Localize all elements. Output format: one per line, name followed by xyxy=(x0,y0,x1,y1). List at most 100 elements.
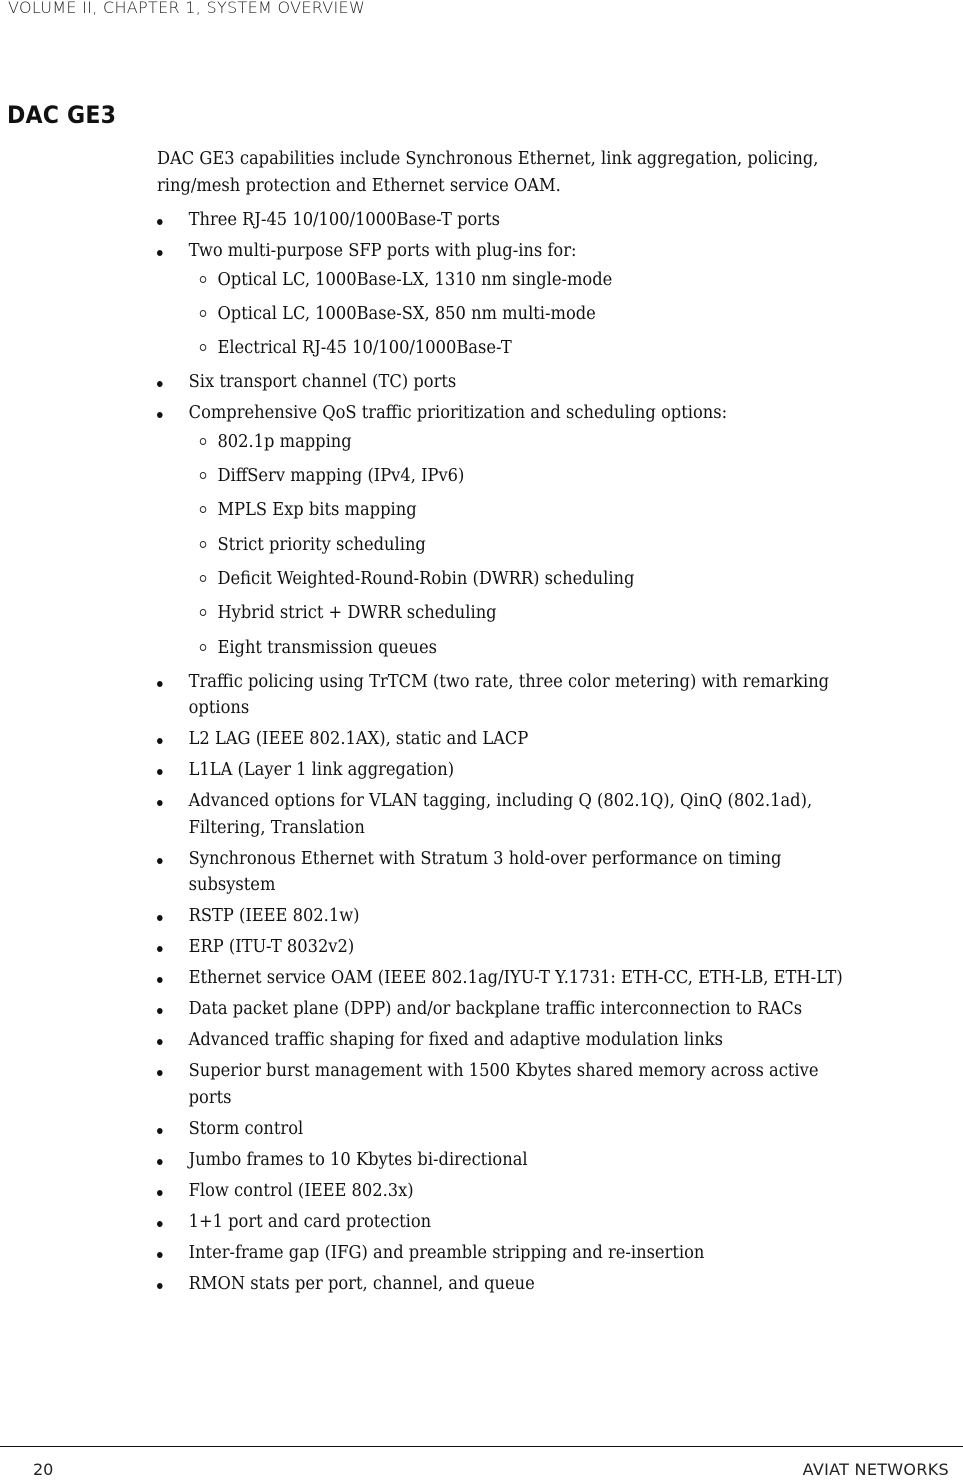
hollow-bullet-icon xyxy=(199,309,207,317)
page-number: 20 xyxy=(33,1460,54,1479)
sub-feature-item: Deficit Weighted-Round-Robin (DWRR) sche… xyxy=(189,566,864,593)
feature-item: Inter-frame gap (IFG) and preamble strip… xyxy=(157,1240,864,1267)
bullet-icon xyxy=(157,1220,163,1227)
feature-text: Data packet plane (DPP) and/or backplane… xyxy=(188,999,803,1020)
footer-brand: AVIAT NETWORKS xyxy=(802,1460,949,1479)
feature-item: Two multi-purpose SFP ports with plug-in… xyxy=(157,238,864,362)
bullet-icon xyxy=(157,1251,163,1258)
bullet-icon xyxy=(157,857,163,864)
section-body: DAC GE3 capabilities include Synchronous… xyxy=(157,146,864,1302)
bullet-icon xyxy=(157,977,163,984)
feature-item: Six transport channel (TC) ports xyxy=(157,369,864,396)
sub-feature-text: Optical LC, 1000Base-LX, 1310 nm single-… xyxy=(217,269,613,290)
bullet-icon xyxy=(157,1008,163,1015)
feature-text: L2 LAG (IEEE 802.1AX), static and LACP xyxy=(188,729,529,750)
feature-item: Jumbo frames to 10 Kbytes bi-directional xyxy=(157,1147,864,1174)
sub-feature-item: Electrical RJ-45 10/100/1000Base-T xyxy=(189,335,864,362)
feature-item: Comprehensive QoS traffic prioritization… xyxy=(157,400,864,661)
hollow-bullet-icon xyxy=(199,609,207,617)
feature-text: Three RJ-45 10/100/1000Base-T ports xyxy=(188,210,500,230)
feature-item: L2 LAG (IEEE 802.1AX), static and LACP xyxy=(157,726,864,753)
feature-list: Three RJ-45 10/100/1000Base-T ports Two m… xyxy=(157,207,864,1297)
feature-text: Superior burst management with 1500 Kbyt… xyxy=(188,1061,819,1108)
intro-paragraph: DAC GE3 capabilities include Synchronous… xyxy=(157,149,819,196)
feature-text: L1LA (Layer 1 link aggregation) xyxy=(188,760,455,781)
bullet-icon xyxy=(157,381,163,388)
hollow-bullet-icon xyxy=(199,643,207,651)
sub-feature-item: Hybrid strict + DWRR scheduling xyxy=(189,600,864,627)
feature-item: 1+1 port and card protection xyxy=(157,1209,864,1236)
sub-feature-list: Optical LC, 1000Base-LX, 1310 nm single-… xyxy=(189,267,864,362)
feature-item: Advanced options for VLAN tagging, inclu… xyxy=(157,788,864,841)
section-title: DAC GE3 xyxy=(7,101,117,129)
sub-feature-list: 802.1p mapping DiffServ mapping (IPv4, IP… xyxy=(189,429,864,661)
sub-feature-item: Strict priority scheduling xyxy=(189,532,864,559)
sub-feature-text: MPLS Exp bits mapping xyxy=(217,500,417,521)
sub-feature-item: 802.1p mapping xyxy=(189,429,864,456)
sub-feature-text: 802.1p mapping xyxy=(217,431,352,452)
feature-item: Ethernet service OAM (IEEE 802.1ag/IYU-T… xyxy=(157,965,864,992)
feature-text: Advanced options for VLAN tagging, inclu… xyxy=(188,791,813,838)
bullet-icon xyxy=(157,219,163,225)
sub-feature-text: Eight transmission queues xyxy=(217,637,438,658)
feature-item: Superior burst management with 1500 Kbyt… xyxy=(157,1058,864,1111)
feature-item: RSTP (IEEE 802.1w) xyxy=(157,903,864,930)
feature-item: Traffic policing using TrTCM (two rate, … xyxy=(157,669,864,722)
hollow-bullet-icon xyxy=(199,275,207,283)
feature-item: RMON stats per port, channel, and queue xyxy=(157,1271,864,1298)
sub-feature-text: DiffServ mapping (IPv4, IPv6) xyxy=(217,466,465,487)
feature-text: Advanced traffic shaping for fixed and a… xyxy=(188,1030,723,1051)
feature-item: Flow control (IEEE 802.3x) xyxy=(157,1178,864,1205)
feature-item: ERP (ITU-T 8032v2) xyxy=(157,934,864,961)
feature-text: Storm control xyxy=(188,1118,304,1139)
sub-feature-item: DiffServ mapping (IPv4, IPv6) xyxy=(189,463,864,490)
footer-divider xyxy=(0,1446,963,1447)
sub-feature-text: Hybrid strict + DWRR scheduling xyxy=(217,603,497,624)
feature-text: ERP (ITU-T 8032v2) xyxy=(188,937,355,958)
feature-text: Ethernet service OAM (IEEE 802.1ag/IYU-T… xyxy=(188,968,843,989)
feature-text: Two multi-purpose SFP ports with plug-in… xyxy=(188,241,577,261)
hollow-bullet-icon xyxy=(199,575,207,583)
bullet-icon xyxy=(157,680,163,687)
feature-text: 1+1 port and card protection xyxy=(188,1211,432,1232)
feature-text: RMON stats per port, channel, and queue xyxy=(188,1273,535,1294)
feature-item: Synchronous Ethernet with Stratum 3 hold… xyxy=(157,846,864,899)
bullet-icon xyxy=(157,946,163,953)
hollow-bullet-icon xyxy=(199,506,207,514)
sub-feature-text: Deficit Weighted-Round-Robin (DWRR) sche… xyxy=(217,569,635,590)
feature-text: Six transport channel (TC) ports xyxy=(188,372,457,393)
feature-text: Flow control (IEEE 802.3x) xyxy=(188,1180,414,1201)
bullet-icon xyxy=(157,1039,163,1046)
feature-text: Jumbo frames to 10 Kbytes bi-directional xyxy=(188,1149,528,1170)
feature-item: Storm control xyxy=(157,1116,864,1143)
bullet-icon xyxy=(157,769,163,776)
feature-item: Advanced traffic shaping for fixed and a… xyxy=(157,1027,864,1054)
bullet-icon xyxy=(157,1158,163,1165)
bullet-icon xyxy=(157,412,163,419)
feature-item: L1LA (Layer 1 link aggregation) xyxy=(157,757,864,784)
sub-feature-item: Optical LC, 1000Base-LX, 1310 nm single-… xyxy=(189,267,864,294)
running-header: VOLUME II, CHAPTER 1, SYSTEM OVERVIEW xyxy=(8,0,366,17)
bullet-icon xyxy=(157,1282,163,1289)
bullet-icon xyxy=(157,800,163,807)
bullet-icon xyxy=(157,1189,163,1196)
feature-item: Three RJ-45 10/100/1000Base-T ports xyxy=(157,207,864,234)
hollow-bullet-icon xyxy=(199,344,207,352)
feature-text: Synchronous Ethernet with Stratum 3 hold… xyxy=(188,848,782,896)
feature-text: RSTP (IEEE 802.1w) xyxy=(188,906,360,927)
bullet-icon xyxy=(157,1127,163,1134)
hollow-bullet-icon xyxy=(199,540,207,548)
feature-text: Traffic policing using TrTCM (two rate, … xyxy=(188,671,830,719)
sub-feature-item: Optical LC, 1000Base-SX, 850 nm multi-mo… xyxy=(189,301,864,328)
feature-text: Comprehensive QoS traffic prioritization… xyxy=(188,403,728,424)
sub-feature-item: Eight transmission queues xyxy=(189,635,864,662)
feature-text: Inter-frame gap (IFG) and preamble strip… xyxy=(188,1242,705,1263)
bullet-icon xyxy=(157,738,163,745)
sub-feature-text: Strict priority scheduling xyxy=(217,534,426,555)
hollow-bullet-icon xyxy=(199,437,207,445)
feature-item: Data packet plane (DPP) and/or backplane… xyxy=(157,996,864,1023)
bullet-icon xyxy=(157,915,163,922)
bullet-icon xyxy=(157,250,163,256)
sub-feature-item: MPLS Exp bits mapping xyxy=(189,497,864,524)
sub-feature-text: Electrical RJ-45 10/100/1000Base-T xyxy=(217,338,512,359)
